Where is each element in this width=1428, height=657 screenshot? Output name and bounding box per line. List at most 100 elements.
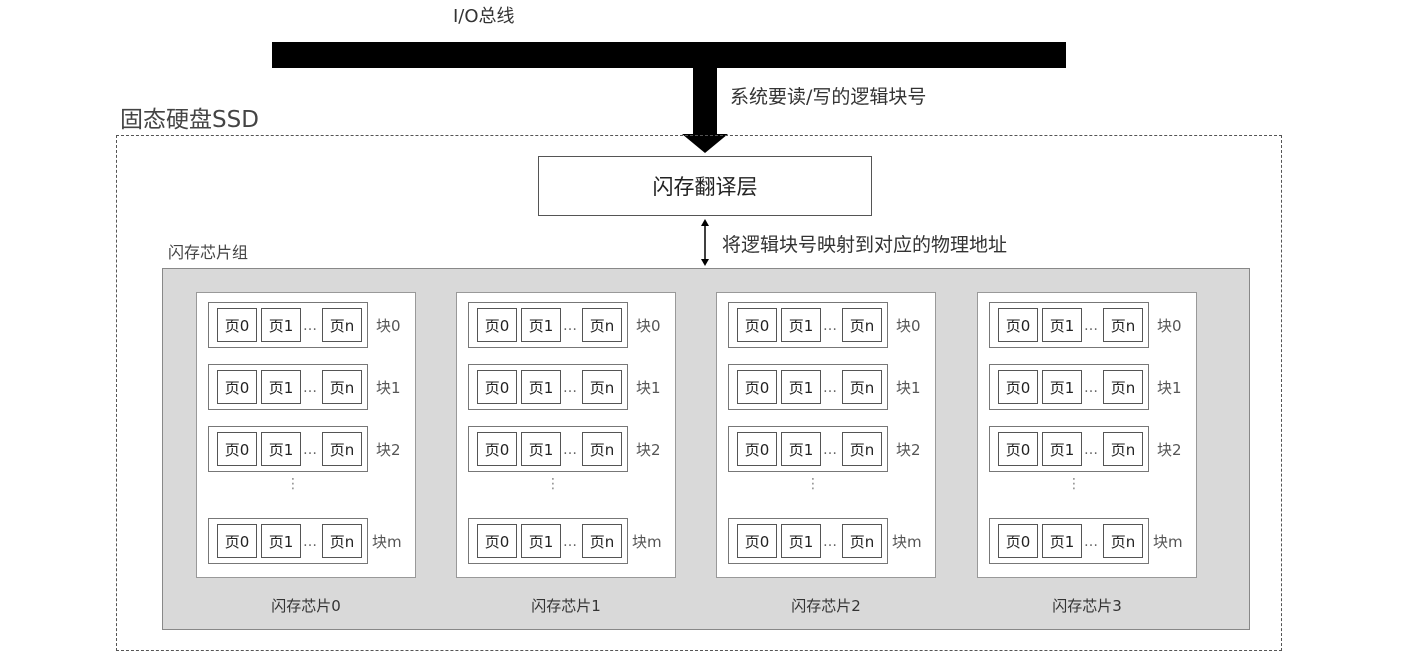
flash-chip-label: 闪存芯片1: [531, 597, 601, 615]
block-label: 块m: [632, 533, 662, 551]
flash-page: 页1: [521, 524, 561, 558]
flash-block: 页0 页1 页n …: [468, 364, 628, 410]
flash-block: 页0 页1 页n…: [728, 364, 888, 410]
block-label: 块0: [376, 317, 401, 335]
page-ellipsis: …: [823, 534, 837, 550]
chip-group-label: 闪存芯片组: [168, 243, 249, 262]
ssd-title: 固态硬盘SSD: [120, 107, 259, 133]
flash-page: 页n: [582, 432, 622, 466]
flash-page: 页1: [261, 432, 301, 466]
page-ellipsis: …: [303, 442, 317, 458]
flash-page: 页1: [1042, 308, 1082, 342]
flash-block: 页0 页1 页n …: [728, 302, 888, 348]
page-ellipsis: …: [823, 442, 837, 458]
block-label: 块0: [1157, 317, 1182, 335]
flash-block: 页0 页1 页n …: [989, 302, 1149, 348]
block-label: 块m: [1153, 533, 1183, 551]
flash-page: 页n: [322, 370, 362, 404]
flash-block: 页0 页1 页n …: [728, 426, 888, 472]
flash-block: 页0 页1 页n …: [728, 518, 888, 564]
block-label: 块2: [376, 441, 401, 459]
flash-page: 页0: [998, 370, 1038, 404]
page-ellipsis: …: [1084, 442, 1098, 458]
flash-page: 页1: [1042, 524, 1082, 558]
flash-page: 页0: [217, 370, 257, 404]
block-label: 块m: [892, 533, 922, 551]
flash-page: 页n: [582, 370, 622, 404]
page-ellipsis: …: [303, 380, 317, 396]
block-label: 块1: [376, 379, 401, 397]
flash-page: 页1: [521, 370, 561, 404]
flash-page: 页1: [781, 432, 821, 466]
flash-translation-layer-box: 闪存翻译层: [538, 156, 872, 216]
flash-page: 页0: [217, 524, 257, 558]
flash-page: 页1: [781, 370, 821, 404]
flash-page: 页0: [477, 432, 517, 466]
flash-page: 页n: [842, 432, 882, 466]
flash-page: 页n: [322, 524, 362, 558]
flash-chip-label: 闪存芯片0: [271, 597, 341, 615]
page-ellipsis: …: [1084, 534, 1098, 550]
flash-page: 页0: [998, 524, 1038, 558]
page-ellipsis: …: [1084, 380, 1098, 396]
flash-block: 页0 页1 页n …: [208, 364, 368, 410]
flash-page: 页1: [781, 524, 821, 558]
flash-block: 页0 页1 页n …: [208, 302, 368, 348]
page-ellipsis: …: [303, 318, 317, 334]
flash-page: 页1: [521, 308, 561, 342]
flash-page: 页n: [582, 524, 622, 558]
block-label: 块2: [1157, 441, 1182, 459]
flash-page: 页1: [261, 524, 301, 558]
flash-block: 页0 页1 页n…: [468, 518, 628, 564]
flash-block: 页0 页1 页n …: [468, 302, 628, 348]
block-label: 块1: [1157, 379, 1182, 397]
flash-page: 页n: [1103, 308, 1143, 342]
flash-page: 页n: [1103, 432, 1143, 466]
flash-page: 页0: [477, 308, 517, 342]
flash-block: 页0 页1 页n…: [989, 518, 1149, 564]
flash-page: 页n: [1103, 370, 1143, 404]
flash-page: 页0: [477, 370, 517, 404]
flash-chip-label: 闪存芯片2: [791, 597, 861, 615]
block-vertical-ellipsis: ⋮: [546, 476, 560, 492]
logical-block-request-label: 系统要读/写的逻辑块号: [730, 86, 927, 108]
flash-block: 页0 页1 页n …: [989, 364, 1149, 410]
mapping-label: 将逻辑块号映射到对应的物理地址: [722, 234, 1008, 256]
flash-page: 页1: [1042, 370, 1082, 404]
block-label: 块0: [636, 317, 661, 335]
page-ellipsis: …: [563, 318, 577, 334]
flash-page: 页1: [1042, 432, 1082, 466]
flash-block: 页0 页1 页n …: [989, 426, 1149, 472]
flash-chip-label: 闪存芯片3: [1052, 597, 1122, 615]
flash-page: 页0: [737, 432, 777, 466]
flash-page: 页n: [842, 370, 882, 404]
flash-page: 页n: [582, 308, 622, 342]
page-ellipsis: …: [563, 534, 577, 550]
flash-page: 页1: [521, 432, 561, 466]
page-ellipsis: …: [1084, 318, 1098, 334]
block-label: 块0: [896, 317, 921, 335]
flash-page: 页0: [737, 370, 777, 404]
page-ellipsis: …: [563, 442, 577, 458]
page-ellipsis: …: [563, 380, 577, 396]
block-vertical-ellipsis: ⋮: [286, 476, 300, 492]
block-vertical-ellipsis: ⋮: [806, 476, 820, 492]
flash-block: 页0 页1 页n…: [208, 518, 368, 564]
block-label: 块2: [636, 441, 661, 459]
flash-page: 页n: [842, 524, 882, 558]
flash-block: 页0 页1 页n …: [468, 426, 628, 472]
flash-page: 页0: [998, 308, 1038, 342]
flash-page: 页0: [217, 308, 257, 342]
flash-page: 页1: [261, 308, 301, 342]
page-ellipsis: …: [823, 318, 837, 334]
block-label: 块m: [372, 533, 402, 551]
flash-page: 页0: [737, 308, 777, 342]
flash-page: 页0: [737, 524, 777, 558]
block-vertical-ellipsis: ⋮: [1067, 476, 1081, 492]
flash-page: 页0: [998, 432, 1038, 466]
flash-page: 页1: [261, 370, 301, 404]
flash-page: 页n: [322, 308, 362, 342]
flash-page: 页1: [781, 308, 821, 342]
flash-page: 页n: [842, 308, 882, 342]
flash-page: 页n: [322, 432, 362, 466]
